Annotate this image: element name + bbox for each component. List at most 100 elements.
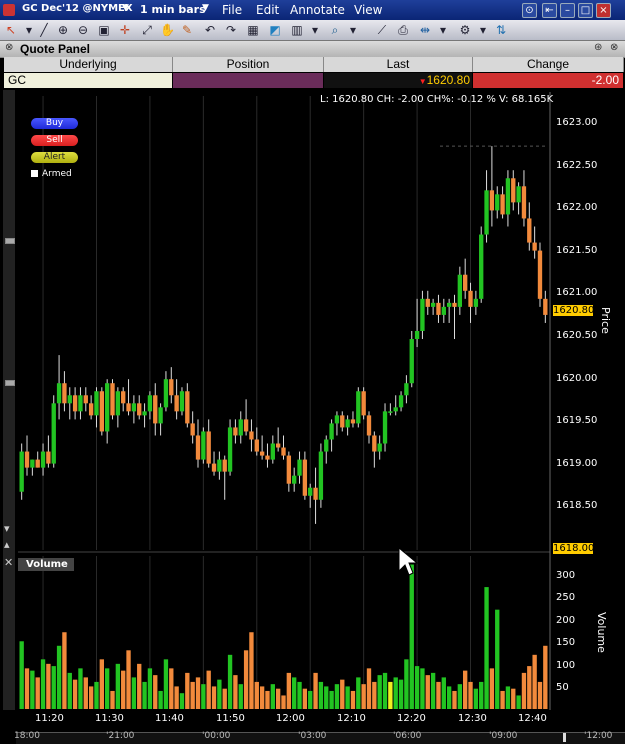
resize-handle[interactable] (5, 380, 15, 386)
price-tick: 1620.50 (556, 330, 598, 341)
menu-annotate[interactable]: Annotate (290, 3, 345, 17)
search-icon[interactable]: ⌕ (328, 23, 342, 37)
price-tick: 1623.00 (556, 117, 598, 128)
column-change[interactable]: Change (473, 57, 624, 72)
chart-type-icon[interactable]: ◩ (268, 23, 282, 37)
chart-sidebar[interactable] (3, 90, 15, 710)
overview-tick: '03:00 (298, 731, 327, 741)
menu-view[interactable]: View (354, 3, 382, 17)
zoom-out-icon[interactable]: ⊖ (76, 23, 90, 37)
column-position[interactable]: Position (173, 57, 324, 72)
column-underlying[interactable]: Underlying (4, 57, 173, 72)
checkbox-icon (31, 170, 38, 177)
alert-button[interactable]: Alert (31, 152, 78, 163)
price-tick: 1621.50 (556, 245, 598, 256)
price-tick: 1620.00 (556, 373, 598, 384)
cursor-tool-icon[interactable]: ↖ (4, 23, 18, 37)
last-value[interactable]: ▼1620.80 (324, 73, 472, 88)
price-tick: 1622.00 (556, 202, 598, 213)
crosshair-icon[interactable]: ✛ (118, 23, 132, 37)
trendline-icon[interactable]: ⤢ (140, 23, 154, 37)
sell-button[interactable]: Sell (31, 135, 78, 146)
underlying-value[interactable]: GC (4, 73, 172, 88)
settings-icon[interactable]: ⊛ (594, 42, 602, 53)
maximize-icon[interactable]: □ (578, 3, 593, 18)
menu-edit[interactable]: Edit (256, 3, 279, 17)
timeframe-selector[interactable]: 1 min bars (140, 3, 206, 16)
pan-icon[interactable]: ✋ (160, 23, 175, 37)
split-icon[interactable]: ⇹ (418, 23, 432, 37)
volume-tick: 250 (556, 592, 576, 603)
grid-icon[interactable]: ▦ (246, 23, 260, 37)
price-tick: 1619.50 (556, 415, 598, 426)
chevron-down-icon[interactable]: ▼ (202, 3, 209, 13)
link-icon[interactable]: ⊙ (522, 3, 537, 18)
chart-info-line: L: 1620.80 CH: -2.00 CH%: -0.12 % V: 68.… (320, 94, 554, 105)
collapse-icon[interactable]: ⊗ (5, 42, 13, 53)
undo-icon[interactable]: ↶ (203, 23, 217, 37)
column-last[interactable]: Last (324, 57, 473, 72)
print-icon[interactable]: ⎙ (396, 23, 410, 37)
close-volume-icon[interactable]: ✕ (4, 556, 13, 569)
chevron-down-icon[interactable]: ▾ (346, 23, 360, 37)
time-tick: 12:40 (518, 713, 547, 724)
line-tool-icon[interactable]: ╱ (37, 23, 51, 37)
window-titlebar: GC Dec'12 @NYMEX ▼ 1 min bars ▼ File Edi… (0, 0, 625, 20)
last-price-tag: 1620.80 (553, 305, 595, 316)
time-tick: 11:20 (35, 713, 64, 724)
volume-tick: 50 (556, 682, 569, 693)
chart-area[interactable] (0, 89, 625, 743)
price-tick: 1619.00 (556, 458, 598, 469)
annotation-icon[interactable]: ✎ (180, 23, 194, 37)
price-tick: 1622.50 (556, 160, 598, 171)
overview-tick: '12:00 (584, 731, 613, 741)
expand-icon[interactable]: ▴ (4, 538, 10, 551)
zoom-box-icon[interactable]: ▣ (97, 23, 111, 37)
time-tick: 11:40 (155, 713, 184, 724)
time-tick: 12:30 (458, 713, 487, 724)
position-value[interactable] (173, 73, 323, 88)
chevron-down-icon[interactable]: ▾ (476, 23, 490, 37)
time-tick: 11:30 (95, 713, 124, 724)
zoom-in-icon[interactable]: ⊕ (56, 23, 70, 37)
chevron-down-icon[interactable]: ▼ (122, 3, 129, 13)
time-tick: 12:10 (337, 713, 366, 724)
chevron-down-icon[interactable]: ▾ (308, 23, 322, 37)
volume-panel-title: Volume (18, 558, 74, 571)
volume-tick: 300 (556, 570, 576, 581)
resize-handle[interactable] (5, 238, 15, 244)
minimize-icon[interactable]: – (560, 3, 575, 18)
settings-icon[interactable]: ⚙ (458, 23, 472, 37)
scroll-thumb[interactable] (563, 733, 566, 742)
overview-tick: '21:00 (106, 731, 135, 741)
down-arrow-icon: ▼ (418, 77, 427, 86)
indicator-icon[interactable]: ⟋ (375, 23, 389, 37)
cursor-menu-icon[interactable]: ▾ (22, 23, 36, 37)
pin-icon[interactable]: ⇤ (542, 3, 557, 18)
scroll-icon[interactable]: ⇅ (494, 23, 508, 37)
close-icon[interactable]: × (596, 3, 611, 18)
overview-tick: '06:00 (393, 731, 422, 741)
price-tick: 1621.00 (556, 287, 598, 298)
close-icon[interactable]: ⊗ (610, 42, 618, 53)
volume-tick: 100 (556, 660, 576, 671)
low-price-tag: 1618.00 (553, 543, 595, 554)
volume-tick: 200 (556, 615, 576, 626)
armed-checkbox[interactable]: Armed (31, 169, 72, 179)
price-axis-title: Price (599, 307, 612, 334)
chevron-down-icon[interactable]: ▾ (436, 23, 450, 37)
overview-tick: 18:00 (14, 731, 40, 741)
volume-tick: 150 (556, 637, 576, 648)
menu-file[interactable]: File (222, 3, 242, 17)
app-icon (3, 4, 15, 16)
bar-chart-icon[interactable]: ▥ (290, 23, 304, 37)
time-tick: 11:50 (216, 713, 245, 724)
collapse-icon[interactable]: ▾ (4, 522, 10, 535)
change-value[interactable]: -2.00 (473, 73, 623, 88)
redo-icon[interactable]: ↷ (224, 23, 238, 37)
quote-panel-title: Quote Panel (20, 42, 91, 56)
armed-label: Armed (42, 169, 72, 179)
quote-panel-header: ⊗ Quote Panel ⊛ ⊗ (0, 41, 625, 58)
buy-button[interactable]: Buy (31, 118, 78, 129)
symbol-selector[interactable]: GC Dec'12 @NYMEX (22, 3, 133, 14)
